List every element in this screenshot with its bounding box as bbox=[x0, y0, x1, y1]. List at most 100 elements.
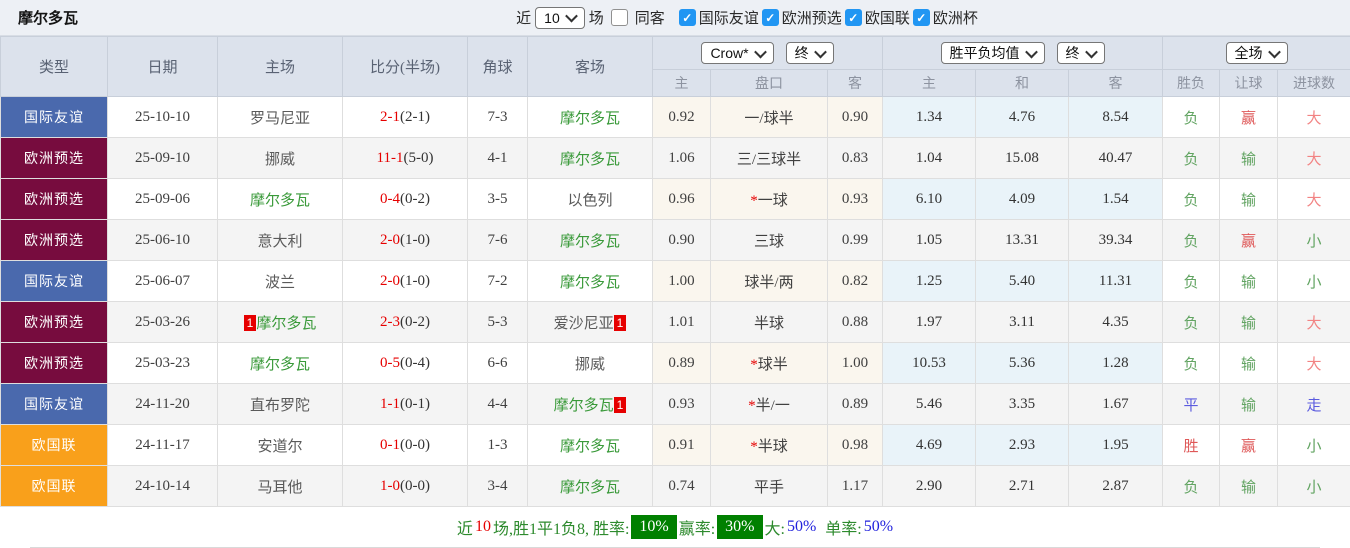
away-team-link[interactable]: 摩尔多瓦 bbox=[560, 234, 620, 250]
full-time-score[interactable]: 11-1 bbox=[377, 150, 404, 166]
table-row: 国际友谊 24-11-20 直布罗陀 1-1(0-1) 4-4 摩尔多瓦1 0.… bbox=[1, 384, 1350, 425]
handicap-line-cell: 平手 bbox=[711, 466, 828, 507]
match-type-badge: 欧洲预选 bbox=[1, 179, 108, 220]
odd-rate-value: 50% bbox=[864, 518, 893, 536]
match-type-badge: 国际友谊 bbox=[1, 261, 108, 302]
avg-odds-win: 2.90 bbox=[883, 466, 976, 507]
full-time-score[interactable]: 0-4 bbox=[380, 191, 400, 207]
half-time-score: (0-0) bbox=[400, 478, 430, 494]
full-time-score[interactable]: 2-0 bbox=[380, 273, 400, 289]
handicap-line-cell: *球半 bbox=[711, 343, 828, 384]
score-cell: 0-1(0-0) bbox=[343, 425, 468, 466]
away-team-cell: 摩尔多瓦 bbox=[528, 97, 653, 138]
match-type-badge: 欧洲预选 bbox=[1, 343, 108, 384]
same-away-checkbox[interactable] bbox=[611, 9, 628, 26]
avg-odds-lose: 39.34 bbox=[1069, 220, 1163, 261]
full-time-score[interactable]: 2-0 bbox=[380, 232, 400, 248]
handicap-odds-select-cell: Crow* 终 bbox=[653, 37, 883, 70]
handicap-odds-home: 0.89 bbox=[653, 343, 711, 384]
handicap-odds-away: 0.99 bbox=[828, 220, 883, 261]
full-time-score[interactable]: 1-0 bbox=[380, 478, 400, 494]
col-header-corner: 角球 bbox=[468, 37, 528, 97]
scope-select[interactable]: 全场 bbox=[1226, 42, 1288, 64]
avg-odds-draw: 4.09 bbox=[976, 179, 1069, 220]
scope-select-cell: 全场 bbox=[1163, 37, 1350, 70]
avg-odds-draw: 5.40 bbox=[976, 261, 1069, 302]
home-team-link[interactable]: 安道尔 bbox=[257, 439, 302, 455]
top-bar: 摩尔多瓦 近 10 场 同客 国际友谊 欧洲预选 欧国联 欧洲杯 bbox=[0, 0, 1350, 36]
subheader-avg-draw: 和 bbox=[976, 70, 1069, 97]
away-team-link[interactable]: 爱沙尼亚 bbox=[554, 316, 614, 332]
home-team-link[interactable]: 摩尔多瓦 bbox=[250, 193, 310, 209]
away-team-link[interactable]: 以色列 bbox=[567, 193, 612, 209]
filter-nations-league-checkbox[interactable] bbox=[845, 9, 862, 26]
near-count-select[interactable]: 10 bbox=[535, 7, 585, 29]
full-time-score[interactable]: 2-1 bbox=[380, 109, 400, 125]
filter-euro-qualifier-checkbox[interactable] bbox=[762, 9, 779, 26]
avg-odds-draw: 3.11 bbox=[976, 302, 1069, 343]
filter-friendly-checkbox[interactable] bbox=[679, 9, 696, 26]
handicap-line: 半/一 bbox=[756, 398, 790, 414]
away-team-link[interactable]: 摩尔多瓦 bbox=[560, 480, 620, 496]
half-time-score: (0-1) bbox=[400, 396, 430, 412]
away-team-cell: 摩尔多瓦 bbox=[528, 466, 653, 507]
bookmaker-select[interactable]: Crow* bbox=[701, 42, 773, 64]
away-team-link[interactable]: 摩尔多瓦 bbox=[560, 152, 620, 168]
away-team-link[interactable]: 摩尔多瓦 bbox=[560, 111, 620, 127]
half-time-score: (0-0) bbox=[400, 437, 430, 453]
filter-controls: 近 10 场 同客 国际友谊 欧洲预选 欧国联 欧洲杯 bbox=[512, 7, 978, 29]
average-type-select[interactable]: 胜平负均值 bbox=[941, 42, 1045, 64]
full-time-score[interactable]: 1-1 bbox=[380, 396, 400, 412]
home-team-link[interactable]: 波兰 bbox=[265, 275, 295, 291]
home-team-link[interactable]: 摩尔多瓦 bbox=[256, 316, 316, 332]
full-time-score[interactable]: 0-5 bbox=[380, 355, 400, 371]
handicap-result: 赢 bbox=[1220, 425, 1278, 466]
handicap-odds-home: 0.90 bbox=[653, 220, 711, 261]
handicap-line: 一/球半 bbox=[744, 111, 793, 127]
avg-odds-lose: 4.35 bbox=[1069, 302, 1163, 343]
match-date: 25-06-10 bbox=[108, 220, 218, 261]
match-date: 25-09-10 bbox=[108, 138, 218, 179]
half-time-score: (2-1) bbox=[400, 109, 430, 125]
half-time-score: (0-2) bbox=[400, 191, 430, 207]
filter-friendly-label: 国际友谊 bbox=[699, 7, 759, 28]
full-time-score[interactable]: 2-3 bbox=[380, 314, 400, 330]
away-team-link[interactable]: 摩尔多瓦 bbox=[560, 275, 620, 291]
home-team-link[interactable]: 意大利 bbox=[257, 234, 302, 250]
avg-odds-draw: 15.08 bbox=[976, 138, 1069, 179]
average-time-select[interactable]: 终 bbox=[1057, 42, 1105, 64]
half-time-score: (0-2) bbox=[400, 314, 430, 330]
home-team-link[interactable]: 挪威 bbox=[265, 152, 295, 168]
away-team-link[interactable]: 摩尔多瓦 bbox=[560, 439, 620, 455]
full-time-score[interactable]: 0-1 bbox=[380, 437, 400, 453]
home-team-link[interactable]: 摩尔多瓦 bbox=[250, 357, 310, 373]
subheader-goals: 进球数 bbox=[1278, 70, 1350, 97]
match-result: 负 bbox=[1163, 302, 1220, 343]
home-team-link[interactable]: 罗马尼亚 bbox=[250, 111, 310, 127]
score-cell: 2-0(1-0) bbox=[343, 261, 468, 302]
handicap-line: 半球 bbox=[754, 316, 784, 332]
home-team-link[interactable]: 直布罗陀 bbox=[250, 398, 310, 414]
page-title: 摩尔多瓦 bbox=[18, 7, 78, 28]
avg-odds-lose: 1.95 bbox=[1069, 425, 1163, 466]
corner-score: 3-5 bbox=[468, 179, 528, 220]
handicap-line: 球半 bbox=[758, 357, 788, 373]
away-team-link[interactable]: 摩尔多瓦 bbox=[554, 398, 614, 414]
away-team-link[interactable]: 挪威 bbox=[575, 357, 605, 373]
handicap-odds-away: 0.98 bbox=[828, 425, 883, 466]
filter-euro-qualifier-label: 欧洲预选 bbox=[782, 7, 842, 28]
filter-euro-cup-checkbox[interactable] bbox=[913, 9, 930, 26]
goals-result: 大 bbox=[1278, 97, 1350, 138]
subheader-handicap-result: 让球 bbox=[1220, 70, 1278, 97]
goals-result: 大 bbox=[1278, 179, 1350, 220]
avg-odds-draw: 3.35 bbox=[976, 384, 1069, 425]
match-result: 负 bbox=[1163, 220, 1220, 261]
away-team-cell: 摩尔多瓦 bbox=[528, 425, 653, 466]
away-team-cell: 爱沙尼亚1 bbox=[528, 302, 653, 343]
home-team-link[interactable]: 马耳他 bbox=[257, 480, 302, 496]
match-type-badge: 国际友谊 bbox=[1, 384, 108, 425]
goals-result: 小 bbox=[1278, 466, 1350, 507]
corner-score: 6-6 bbox=[468, 343, 528, 384]
handicap-time-select[interactable]: 终 bbox=[786, 42, 834, 64]
handicap-result: 输 bbox=[1220, 261, 1278, 302]
